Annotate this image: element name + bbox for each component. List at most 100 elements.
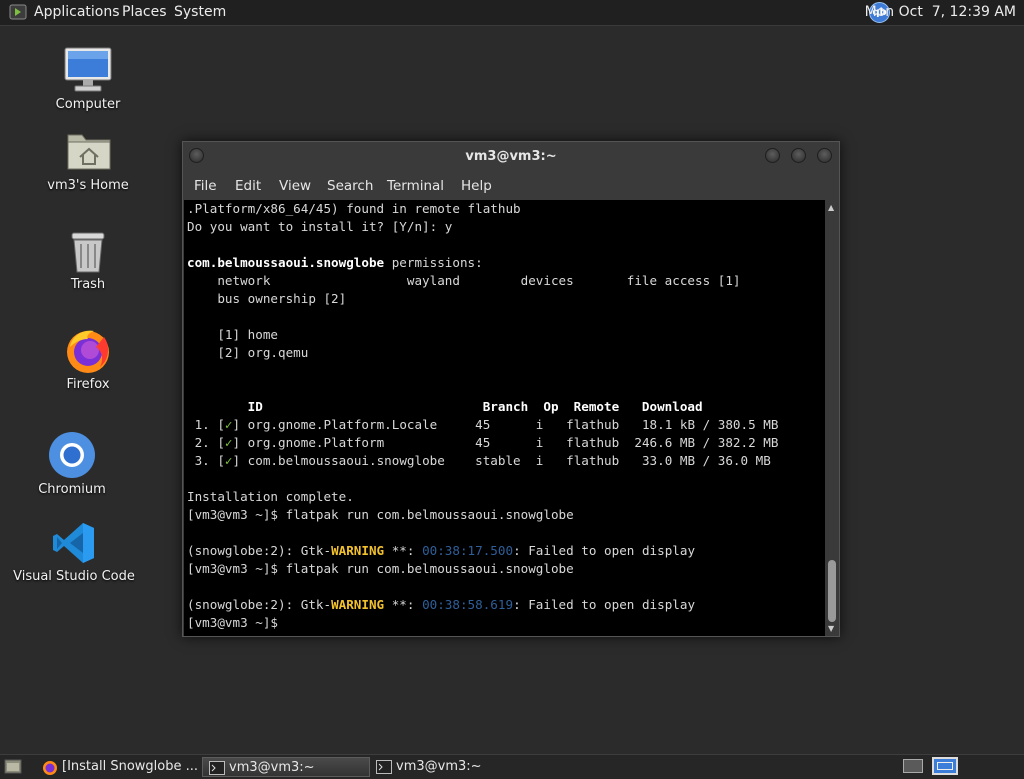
terminal-text-segment: 2. [ bbox=[187, 435, 225, 450]
chromium-icon bbox=[49, 432, 95, 478]
vscode-icon bbox=[53, 523, 94, 563]
desktop-icon-label: vm3's Home bbox=[47, 178, 129, 193]
desktop-icon-label: Computer bbox=[55, 97, 121, 112]
bottom-panel: [Install Snowglobe ... vm3@vm3:~ vm3@vm3… bbox=[0, 754, 1024, 779]
taskbar-task-label: [Install Snowglobe ... bbox=[62, 759, 199, 774]
places-menu[interactable]: Places bbox=[122, 4, 167, 20]
menu-file[interactable]: File bbox=[194, 178, 217, 194]
terminal-text-segment: WARNING bbox=[331, 543, 385, 558]
terminal-scrollbar[interactable]: ▲ ▼ bbox=[825, 200, 839, 636]
terminal-text-segment: [1] home bbox=[187, 327, 278, 342]
terminal-text: .Platform/x86_64/45) found in remote fla… bbox=[184, 200, 825, 632]
terminal-line: (snowglobe:2): Gtk-WARNING **: 00:38:58.… bbox=[187, 597, 695, 612]
scroll-down-arrow-icon[interactable]: ▼ bbox=[828, 624, 834, 633]
desktop-icon-label: Trash bbox=[70, 277, 106, 292]
desktop-icon-firefox[interactable]: Firefox bbox=[33, 326, 143, 396]
terminal-text-segment: [2] org.qemu bbox=[187, 345, 309, 360]
workspace-1[interactable] bbox=[903, 759, 923, 773]
menu-help[interactable]: Help bbox=[461, 178, 492, 194]
terminal-icon bbox=[376, 760, 392, 774]
terminal-line: .Platform/x86_64/45) found in remote fla… bbox=[187, 201, 521, 216]
terminal-output[interactable]: .Platform/x86_64/45) found in remote fla… bbox=[184, 200, 825, 636]
terminal-text-segment: .Platform/x86_64/45) found in remote fla… bbox=[187, 201, 521, 216]
terminal-text-segment: WARNING bbox=[331, 597, 385, 612]
maximize-button[interactable] bbox=[791, 148, 806, 163]
terminal-line: Installation complete. bbox=[187, 489, 354, 504]
desktop-icon-label: Chromium bbox=[38, 482, 106, 497]
computer-icon bbox=[64, 47, 112, 92]
taskbar-task-terminal[interactable]: vm3@vm3:~ bbox=[370, 757, 538, 777]
terminal-text-segment: network wayland devices file access [1] bbox=[187, 273, 741, 288]
desktop-icon-computer[interactable]: Computer bbox=[33, 44, 143, 119]
terminal-text-segment: (snowglobe:2): Gtk- bbox=[187, 597, 332, 612]
terminal-text-segment: ✓ bbox=[224, 453, 233, 468]
terminal-text-segment: ✓ bbox=[224, 417, 233, 432]
scrollbar-thumb[interactable] bbox=[828, 560, 836, 622]
firefox-icon bbox=[43, 761, 57, 775]
terminal-menubar: File Edit View Search Terminal Help bbox=[183, 176, 839, 198]
terminal-line: Do you want to install it? [Y/n]: y bbox=[187, 219, 452, 234]
terminal-text-segment: ] org.gnome.Platform 45 i flathub 246.6 … bbox=[232, 435, 779, 450]
terminal-line: network wayland devices file access [1] bbox=[187, 273, 741, 288]
terminal-line: com.belmoussaoui.snowglobe permissions: bbox=[187, 255, 483, 270]
terminal-line: [1] home bbox=[187, 327, 278, 342]
home-folder-icon bbox=[67, 134, 111, 170]
terminal-text-segment: ] org.gnome.Platform.Locale 45 i flathub… bbox=[232, 417, 779, 432]
terminal-line: (snowglobe:2): Gtk-WARNING **: 00:38:17.… bbox=[187, 543, 695, 558]
terminal-text-segment: 00:38:58.619 bbox=[422, 597, 514, 612]
menu-search[interactable]: Search bbox=[327, 178, 373, 194]
menu-edit[interactable]: Edit bbox=[235, 178, 261, 194]
trash-icon bbox=[71, 232, 105, 273]
terminal-text-segment: [vm3@vm3 ~]$ flatpak run com.belmoussaou… bbox=[187, 561, 574, 576]
menu-view[interactable]: View bbox=[279, 178, 311, 194]
terminal-window[interactable]: vm3@vm3:~ File Edit View Search Terminal… bbox=[182, 141, 840, 637]
terminal-line: [2] org.qemu bbox=[187, 345, 308, 360]
system-menu[interactable]: System bbox=[174, 4, 226, 20]
terminal-text-segment: 1. [ bbox=[187, 417, 225, 432]
terminal-text-segment: **: bbox=[384, 597, 423, 612]
menu-terminal[interactable]: Terminal bbox=[387, 178, 444, 194]
desktop-icon-label: Visual Studio Code bbox=[13, 569, 135, 584]
terminal-text-segment: 00:38:17.500 bbox=[422, 543, 514, 558]
terminal-text-segment: (snowglobe:2): Gtk- bbox=[187, 543, 332, 558]
terminal-text-segment: ID Branch Op Remote Download bbox=[187, 399, 703, 414]
applications-menu-icon[interactable] bbox=[9, 3, 27, 21]
taskbar-task-firefox[interactable]: [Install Snowglobe ... bbox=[36, 757, 202, 777]
terminal-text-segment: permissions: bbox=[384, 255, 483, 270]
window-titlebar[interactable]: vm3@vm3:~ bbox=[183, 142, 839, 172]
terminal-line: 1. [✓] org.gnome.Platform.Locale 45 i fl… bbox=[187, 417, 779, 432]
terminal-text-segment: [vm3@vm3 ~]$ flatpak run com.belmoussaou… bbox=[187, 507, 574, 522]
taskbar-task-terminal-active[interactable]: vm3@vm3:~ bbox=[202, 757, 370, 777]
terminal-line: [vm3@vm3 ~]$ flatpak run com.belmoussaou… bbox=[187, 507, 574, 522]
terminal-icon bbox=[209, 761, 225, 775]
applications-menu[interactable]: Applications bbox=[34, 4, 120, 20]
terminal-text-segment: 3. [ bbox=[187, 453, 225, 468]
terminal-line: ID Branch Op Remote Download bbox=[187, 399, 703, 414]
desktop-icon-chromium[interactable]: Chromium bbox=[17, 430, 127, 500]
terminal-text-segment: **: bbox=[384, 543, 423, 558]
show-desktop-icon[interactable] bbox=[4, 758, 22, 775]
terminal-text-segment: [vm3@vm3 ~]$ bbox=[187, 615, 278, 630]
taskbar-task-label: vm3@vm3:~ bbox=[396, 759, 482, 774]
terminal-text-segment: ✓ bbox=[224, 435, 233, 450]
terminal-line: [vm3@vm3 ~]$ bbox=[187, 615, 278, 630]
desktop-icon-trash[interactable]: Trash bbox=[33, 226, 143, 296]
close-button[interactable] bbox=[817, 148, 832, 163]
terminal-text-segment: com.belmoussaoui.snowglobe bbox=[187, 255, 385, 270]
firefox-icon bbox=[67, 330, 109, 373]
workspace-window-thumb bbox=[937, 762, 953, 770]
desktop-icon-vscode[interactable]: Visual Studio Code bbox=[4, 520, 144, 590]
terminal-line: 3. [✓] com.belmoussaoui.snowglobe stable… bbox=[187, 453, 771, 468]
scroll-up-arrow-icon[interactable]: ▲ bbox=[828, 203, 834, 212]
minimize-button[interactable] bbox=[765, 148, 780, 163]
taskbar-task-label: vm3@vm3:~ bbox=[229, 760, 315, 775]
clock[interactable]: Mon Oct 7, 12:39 AM bbox=[865, 4, 1016, 20]
window-title: vm3@vm3:~ bbox=[465, 149, 557, 164]
terminal-line: bus ownership [2] bbox=[187, 291, 346, 306]
terminal-text-segment: : Failed to open display bbox=[513, 597, 696, 612]
top-panel: Applications Places System qb Mon Oct 7,… bbox=[0, 0, 1024, 26]
workspace-2-active[interactable] bbox=[932, 757, 958, 775]
terminal-line: [vm3@vm3 ~]$ flatpak run com.belmoussaou… bbox=[187, 561, 574, 576]
terminal-text-segment: Do you want to install it? [Y/n]: y bbox=[187, 219, 453, 234]
desktop-icon-home[interactable]: vm3's Home bbox=[33, 126, 143, 201]
